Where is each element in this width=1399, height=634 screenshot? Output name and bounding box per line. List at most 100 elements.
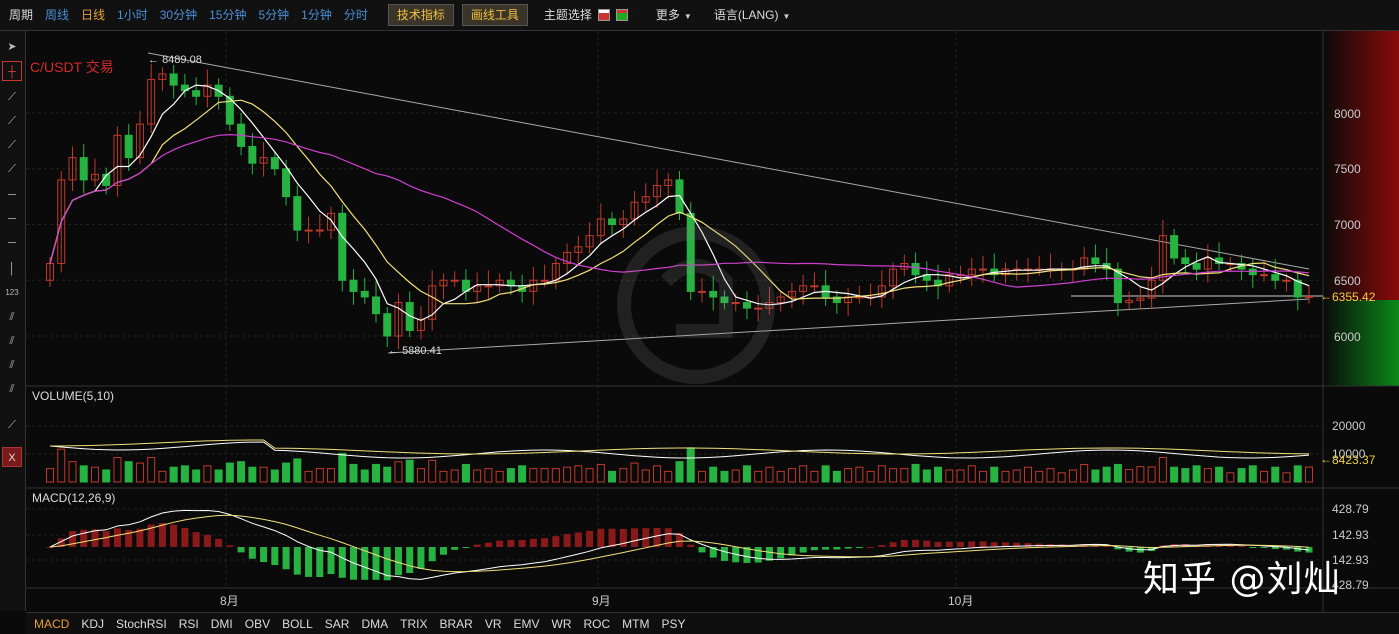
macd-bar	[889, 542, 897, 547]
horizontal-line-icon[interactable]: ─	[2, 185, 22, 205]
macd-bar	[158, 522, 166, 547]
pitchfork-icon[interactable]: ⫽	[2, 379, 22, 399]
crosshair-icon[interactable]: ┼	[2, 61, 22, 81]
candle-body	[1305, 295, 1313, 298]
macd-bar	[226, 545, 234, 547]
date-tick: 10月	[948, 594, 973, 608]
volume-bar	[1215, 466, 1224, 483]
volume-bar	[484, 468, 493, 483]
volume-bar	[1046, 468, 1055, 483]
volume-bar	[641, 469, 650, 483]
volume-bar	[1147, 466, 1156, 483]
volume-bar	[945, 469, 954, 483]
tab-mtm[interactable]: MTM	[622, 617, 649, 631]
tab-brar[interactable]: BRAR	[439, 617, 472, 631]
volume-bar	[1203, 468, 1212, 483]
remove-drawings-icon[interactable]: X	[2, 447, 22, 467]
tab-kdj[interactable]: KDJ	[81, 617, 104, 631]
volume-bar	[563, 466, 572, 483]
tab-wr[interactable]: WR	[552, 617, 572, 631]
theme-green-swatch-icon[interactable]	[615, 9, 628, 22]
period-5m[interactable]: 5分钟	[252, 0, 295, 31]
chart-area[interactable]: 8000 7500 7000 6500 6000 ← 6355.42 20000…	[26, 31, 1399, 612]
arrow-left-icon: ←	[388, 345, 402, 357]
macd-bar	[574, 532, 582, 547]
tab-trix[interactable]: TRIX	[400, 617, 427, 631]
ray-line-icon[interactable]: ⟋	[2, 111, 22, 131]
macd-bar	[305, 547, 313, 577]
trend-line-icon[interactable]: ⟋	[2, 87, 22, 107]
tab-vr[interactable]: VR	[485, 617, 502, 631]
theme-red-swatch-icon[interactable]	[597, 9, 610, 22]
volume-bar	[113, 457, 122, 483]
low-price-label: ← 5880.41	[388, 345, 442, 357]
tab-emv[interactable]: EMV	[513, 617, 539, 631]
drawing-tools-button[interactable]: 画线工具	[461, 4, 528, 26]
candle-body	[349, 279, 358, 292]
tab-macd[interactable]: MACD	[34, 617, 69, 631]
macd-bar	[192, 532, 200, 547]
theme-select[interactable]: 主题选择	[538, 0, 634, 31]
parallel-channel-icon[interactable]: ⫽	[2, 307, 22, 327]
period-30m[interactable]: 30分钟	[154, 0, 203, 31]
macd-bar	[181, 528, 189, 547]
period-1m[interactable]: 1分钟	[295, 0, 338, 31]
candle-body	[484, 285, 493, 288]
macd-bar	[563, 533, 571, 547]
price-line-icon[interactable]: ─	[2, 233, 22, 253]
chevron-down-icon: ▼	[683, 11, 692, 21]
candle-body	[911, 263, 920, 276]
volume-bar	[877, 465, 886, 483]
tab-rsi[interactable]: RSI	[179, 617, 199, 631]
volume-bar	[967, 465, 976, 483]
horizontal-ray-icon[interactable]: ─	[2, 209, 22, 229]
candle-body	[731, 302, 740, 305]
tab-psy[interactable]: PSY	[662, 617, 686, 631]
tab-dmi[interactable]: DMI	[211, 617, 233, 631]
macd-bar	[439, 547, 447, 555]
volume-bar	[810, 470, 819, 483]
period-1h[interactable]: 1小时	[111, 0, 154, 31]
tab-obv[interactable]: OBV	[245, 617, 270, 631]
macd-bar	[293, 547, 301, 575]
candle-body	[1271, 274, 1280, 281]
macd-bar	[372, 547, 380, 580]
tab-sar[interactable]: SAR	[325, 617, 350, 631]
macd-bar	[518, 539, 526, 547]
volume-bar	[248, 466, 257, 483]
indicators-button[interactable]: 技术指标	[387, 4, 454, 26]
channel-icon[interactable]: ⫽	[2, 331, 22, 351]
macd-bar	[507, 539, 515, 547]
period-daily[interactable]: 日线	[75, 0, 111, 31]
volume-bar	[237, 461, 246, 483]
extended-line-icon[interactable]: ⟋	[2, 135, 22, 155]
period-weekly[interactable]: 周线	[39, 0, 75, 31]
volume-bar	[439, 470, 448, 483]
macd-bar	[473, 544, 481, 547]
arrow-line-icon[interactable]: ⟋	[2, 159, 22, 179]
candle-body	[79, 157, 88, 181]
candle-body	[742, 302, 751, 309]
volume-title: VOLUME(5,10)	[32, 389, 114, 403]
volume-bar	[776, 470, 785, 483]
volume-bar	[327, 468, 336, 483]
macd-bar	[1271, 547, 1279, 550]
tab-roc[interactable]: ROC	[584, 617, 611, 631]
tab-stochrsi[interactable]: StochRSI	[116, 617, 167, 631]
more-menu[interactable]: 更多 ▼	[650, 0, 698, 31]
measure-icon[interactable]: ⟋	[2, 415, 22, 435]
macd-bar	[91, 529, 99, 547]
period-15m[interactable]: 15分钟	[203, 0, 252, 31]
volume-bar	[934, 466, 943, 483]
price-label-icon[interactable]: 123	[2, 283, 22, 303]
vertical-line-icon[interactable]: │	[2, 259, 22, 279]
price-tick: 6000	[1334, 330, 1361, 344]
cursor-arrow-icon[interactable]: ➤	[2, 37, 22, 57]
tab-boll[interactable]: BOLL	[282, 617, 313, 631]
tab-dma[interactable]: DMA	[361, 617, 388, 631]
volume-bar	[282, 462, 291, 483]
volume-bar	[574, 465, 583, 483]
period-timeshare[interactable]: 分时	[338, 0, 374, 31]
fibonacci-icon[interactable]: ⫽	[2, 355, 22, 375]
language-menu[interactable]: 语言(LANG) ▼	[708, 0, 797, 31]
